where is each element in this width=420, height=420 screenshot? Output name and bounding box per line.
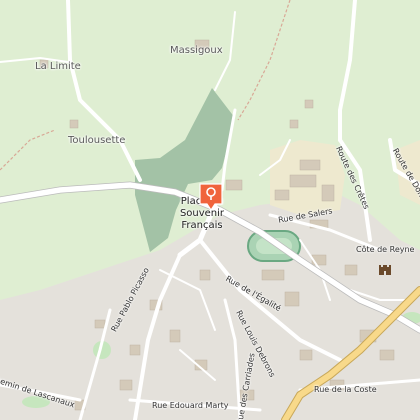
street-label-rue-edouard-marty: Rue Edouard Marty [152,401,229,410]
footpath [237,0,291,121]
footpath [0,129,56,171]
street-label-cote-de-reyne: Côte de Reyne [356,245,415,254]
place-label-massigoux: Massigoux [170,45,223,56]
castle-icon [379,265,391,275]
poi-label-line: Français [181,220,223,231]
street-label-rue-de-la-coste: Rue de la Coste [314,385,377,394]
place-label-la-limite: La Limite [35,61,81,72]
place-label-toulousette: Toulousette [68,135,126,146]
map-pin-icon[interactable] [198,182,224,212]
map-pin-icon [199,183,223,212]
castle-icon[interactable] [378,262,392,275]
map-canvas[interactable]: Massigoux La Limite Toulousette Place du… [0,0,420,420]
